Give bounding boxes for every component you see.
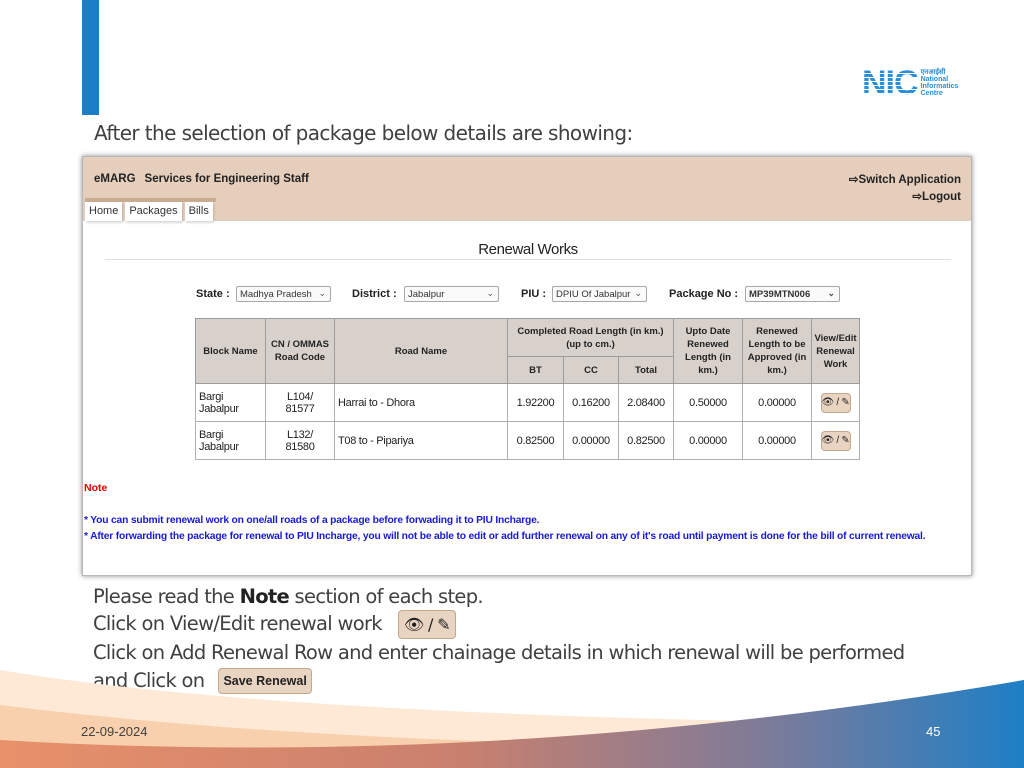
heading-divider xyxy=(105,259,951,260)
cell-renewed: 0.50000 xyxy=(673,383,743,422)
cell-total: 0.82500 xyxy=(618,421,674,460)
brand-name: eMARG xyxy=(94,173,136,185)
switch-application-link[interactable]: ⇨Switch Application xyxy=(849,172,961,189)
cell-cc: 0.16200 xyxy=(563,383,619,422)
logout-link[interactable]: ⇨Logout xyxy=(849,189,961,206)
accent-bar xyxy=(82,0,99,115)
instruction-text: Click on View/Edit renewal work xyxy=(93,612,383,636)
footer-date: 22-09-2024 xyxy=(81,724,148,739)
nav-tab-bills[interactable]: Bills xyxy=(184,202,213,221)
cell-block: Bargi Jabalpur xyxy=(195,383,266,422)
nav-tab-packages[interactable]: Packages xyxy=(125,202,182,221)
cell-action: 👁 / ✎ xyxy=(811,421,860,460)
cell-to-approve: 0.00000 xyxy=(742,383,812,422)
state-label: State : xyxy=(196,288,230,300)
cell-bt: 1.92200 xyxy=(507,383,564,422)
state-select[interactable]: Madhya Pradesh ⌄ xyxy=(236,286,331,302)
header-renewed-to-approve: Renewed Length to be Approved (in km.) xyxy=(742,318,812,384)
cell-total: 2.08400 xyxy=(618,383,674,422)
cell-cc: 0.00000 xyxy=(563,421,619,460)
switch-application-label: Switch Application xyxy=(858,174,961,186)
instruction-line-1: Please read the Note section of each ste… xyxy=(93,583,904,610)
view-edit-button[interactable]: 👁 / ✎ xyxy=(820,430,851,451)
view-edit-button[interactable]: 👁 / ✎ xyxy=(820,392,851,413)
page-heading: Renewal Works xyxy=(478,241,578,258)
header-view-edit: View/Edit Renewal Work xyxy=(811,318,860,384)
header-completed-length: Completed Road Length (in km.) (up to cm… xyxy=(507,318,674,357)
filters-row: State : Madhya Pradesh ⌄ District : Jabal… xyxy=(83,286,971,306)
district-select[interactable]: Jabalpur ⌄ xyxy=(404,286,499,302)
nic-logo-line1: National xyxy=(920,76,949,83)
cell-road-name: Harrai to - Dhora xyxy=(334,383,508,422)
cell-action: 👁 / ✎ xyxy=(811,383,860,422)
piu-label: PIU : xyxy=(521,288,547,300)
chevron-down-icon: ⌄ xyxy=(486,288,494,298)
header-road-name: Road Name xyxy=(334,318,508,384)
nic-logo-mark: NIC xyxy=(862,64,919,102)
package-label: Package No : xyxy=(669,288,739,300)
cell-road-name: T08 to - Pipariya xyxy=(334,421,508,460)
sign-out-icon: ⇨ xyxy=(848,174,859,186)
instruction-text: section of each step. xyxy=(289,585,484,608)
table-row: Bargi Jabalpur L132/81580 T08 to - Pipar… xyxy=(195,421,860,460)
note-title: Note xyxy=(84,482,108,494)
slide-title: After the selection of package below det… xyxy=(94,121,633,145)
header-block-name: Block Name xyxy=(195,318,266,384)
app-brand: eMARG Services for Engineering Staff xyxy=(94,173,318,185)
package-select[interactable]: MP39MTN006 ⌄ xyxy=(745,286,840,302)
view-edit-button-sample: 👁 / ✎ xyxy=(397,610,456,640)
header-total: Total xyxy=(618,356,674,384)
chevron-down-icon: ⌄ xyxy=(318,288,326,298)
header-bt: BT xyxy=(507,356,564,384)
chevron-down-icon: ⌄ xyxy=(634,288,642,298)
instruction-line-2: Click on View/Edit renewal work 👁 / ✎ xyxy=(93,610,904,640)
cell-to-approve: 0.00000 xyxy=(742,421,812,460)
piu-select[interactable]: DPIU Of Jabalpur ⌄ xyxy=(552,286,647,302)
cell-bt: 0.82500 xyxy=(507,421,564,460)
app-header: eMARG Services for Engineering Staff ⇨Swi… xyxy=(83,157,971,221)
piu-value: DPIU Of Jabalpur xyxy=(556,289,631,300)
state-value: Madhya Pradesh xyxy=(240,289,312,300)
header-cc: CC xyxy=(563,356,619,384)
brand-subtitle: Services for Engineering Staff xyxy=(144,173,309,185)
embedded-screenshot: eMARG Services for Engineering Staff ⇨Swi… xyxy=(82,156,972,576)
road-code-part1: L132/ xyxy=(286,428,314,441)
cell-road-code: L132/81580 xyxy=(265,421,335,460)
renewal-table: Block Name CN / OMMAS Road Code Road Nam… xyxy=(195,318,860,460)
package-value: MP39MTN006 xyxy=(749,289,811,300)
footer-wave-decoration xyxy=(0,670,1024,768)
nic-logo-line3: Centre xyxy=(920,90,943,97)
page-number: 45 xyxy=(926,724,941,739)
nic-logo: NIC एनआईसी National Informatics Centre xyxy=(862,66,977,100)
logout-label: Logout xyxy=(922,191,961,203)
note-line-2: * After forwarding the package for renew… xyxy=(84,531,926,542)
nic-logo-line2: Informatics xyxy=(920,83,959,90)
nic-logo-hindi: एनआईसी xyxy=(920,69,946,76)
instruction-text: Please read the xyxy=(93,585,240,608)
cell-block: Bargi Jabalpur xyxy=(195,421,266,460)
district-label: District : xyxy=(352,288,397,300)
nav-tabs: Home Packages Bills xyxy=(85,198,216,221)
header-road-code: CN / OMMAS Road Code xyxy=(265,318,335,384)
road-code-part2: 81580 xyxy=(285,440,315,453)
table-row: Bargi Jabalpur L104/81577 Harrai to - Dh… xyxy=(195,383,860,422)
logout-icon: ⇨ xyxy=(912,191,923,203)
header-links: ⇨Switch Application ⇨Logout xyxy=(849,172,961,206)
note-line-1: * You can submit renewal work on one/all… xyxy=(84,515,540,526)
instruction-note-bold: Note xyxy=(239,585,290,608)
nav-tab-home[interactable]: Home xyxy=(85,202,123,221)
road-code-part2: 81577 xyxy=(285,402,315,415)
cell-renewed: 0.00000 xyxy=(673,421,743,460)
district-value: Jabalpur xyxy=(408,289,445,300)
nic-logo-text: एनआईसी National Informatics Centre xyxy=(921,69,959,97)
road-code-part1: L104/ xyxy=(286,390,314,403)
chevron-down-icon: ⌄ xyxy=(827,288,835,298)
header-upto-date-renewed: Upto Date Renewed Length (in km.) xyxy=(673,318,743,384)
cell-road-code: L104/81577 xyxy=(265,383,335,422)
